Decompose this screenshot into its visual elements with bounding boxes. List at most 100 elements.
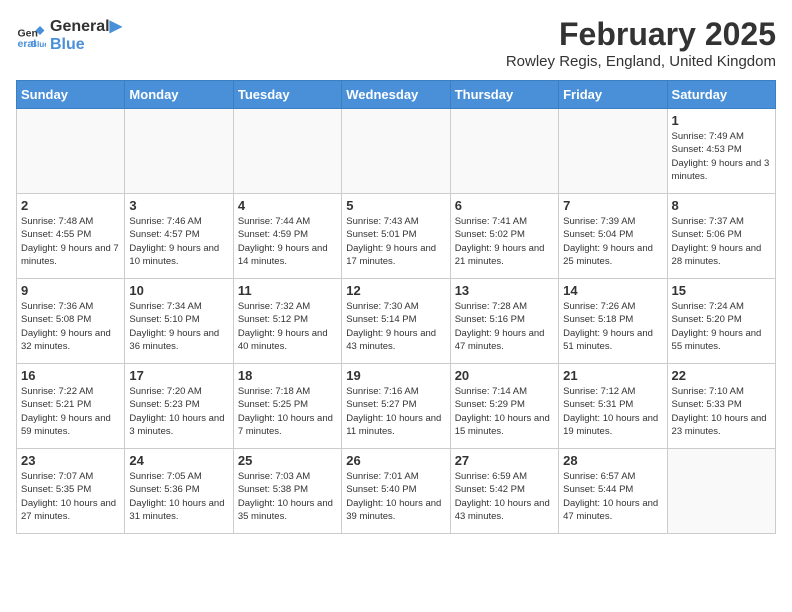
- logo-icon: Gen eral Blue: [16, 20, 46, 50]
- header-saturday: Saturday: [667, 81, 775, 109]
- title-block: February 2025 Rowley Regis, England, Uni…: [506, 16, 776, 70]
- day-info: Sunrise: 7:34 AM Sunset: 5:10 PM Dayligh…: [129, 300, 228, 353]
- calendar-cell: 24 Sunrise: 7:05 AM Sunset: 5:36 PM Dayli…: [125, 449, 233, 534]
- calendar-cell: 5 Sunrise: 7:43 AM Sunset: 5:01 PM Daylig…: [342, 194, 450, 279]
- day-info: Sunrise: 7:14 AM Sunset: 5:29 PM Dayligh…: [455, 385, 554, 438]
- day-info: Sunrise: 7:44 AM Sunset: 4:59 PM Dayligh…: [238, 215, 337, 268]
- header-sunday: Sunday: [17, 81, 125, 109]
- calendar-header-row: SundayMondayTuesdayWednesdayThursdayFrid…: [17, 81, 776, 109]
- calendar-cell: [450, 109, 558, 194]
- header-tuesday: Tuesday: [233, 81, 341, 109]
- day-info: Sunrise: 7:22 AM Sunset: 5:21 PM Dayligh…: [21, 385, 120, 438]
- day-info: Sunrise: 7:01 AM Sunset: 5:40 PM Dayligh…: [346, 470, 445, 523]
- page-header: Gen eral Blue General▶ Blue February 202…: [16, 16, 776, 70]
- day-number: 6: [455, 198, 554, 213]
- day-number: 8: [672, 198, 771, 213]
- day-number: 26: [346, 453, 445, 468]
- calendar-cell: 21Sunrise: 7:12 AM Sunset: 5:31 PM Dayli…: [559, 364, 667, 449]
- day-number: 4: [238, 198, 337, 213]
- calendar-cell: 27Sunrise: 6:59 AM Sunset: 5:42 PM Dayli…: [450, 449, 558, 534]
- day-number: 27: [455, 453, 554, 468]
- week-row-4: 23 Sunrise: 7:07 AM Sunset: 5:35 PM Dayli…: [17, 449, 776, 534]
- month-title: February 2025: [506, 16, 776, 53]
- day-info: Sunrise: 7:39 AM Sunset: 5:04 PM Dayligh…: [563, 215, 662, 268]
- day-info: Sunrise: 7:28 AM Sunset: 5:16 PM Dayligh…: [455, 300, 554, 353]
- day-info: Sunrise: 7:30 AM Sunset: 5:14 PM Dayligh…: [346, 300, 445, 353]
- calendar-cell: 6Sunrise: 7:41 AM Sunset: 5:02 PM Daylig…: [450, 194, 558, 279]
- calendar-cell: 17Sunrise: 7:20 AM Sunset: 5:23 PM Dayli…: [125, 364, 233, 449]
- calendar-cell: 28Sunrise: 6:57 AM Sunset: 5:44 PM Dayli…: [559, 449, 667, 534]
- header-thursday: Thursday: [450, 81, 558, 109]
- day-info: Sunrise: 7:07 AM Sunset: 5:35 PM Dayligh…: [21, 470, 120, 523]
- svg-text:Blue: Blue: [31, 40, 46, 49]
- day-info: Sunrise: 7:24 AM Sunset: 5:20 PM Dayligh…: [672, 300, 771, 353]
- day-info: Sunrise: 7:49 AM Sunset: 4:53 PM Dayligh…: [672, 130, 771, 183]
- calendar-cell: 3Sunrise: 7:46 AM Sunset: 4:57 PM Daylig…: [125, 194, 233, 279]
- day-number: 25: [238, 453, 337, 468]
- calendar-cell: 19 Sunrise: 7:16 AM Sunset: 5:27 PM Dayli…: [342, 364, 450, 449]
- day-info: Sunrise: 7:20 AM Sunset: 5:23 PM Dayligh…: [129, 385, 228, 438]
- day-info: Sunrise: 7:48 AM Sunset: 4:55 PM Dayligh…: [21, 215, 120, 268]
- logo-blue: Blue: [50, 36, 122, 54]
- week-row-3: 16 Sunrise: 7:22 AM Sunset: 5:21 PM Dayli…: [17, 364, 776, 449]
- day-number: 22: [672, 368, 771, 383]
- calendar-cell: [667, 449, 775, 534]
- day-number: 5: [346, 198, 445, 213]
- header-friday: Friday: [559, 81, 667, 109]
- calendar-cell: 25 Sunrise: 7:03 AM Sunset: 5:38 PM Dayli…: [233, 449, 341, 534]
- day-number: 2: [21, 198, 120, 213]
- calendar-cell: 15 Sunrise: 7:24 AM Sunset: 5:20 PM Dayli…: [667, 279, 775, 364]
- calendar-cell: 18 Sunrise: 7:18 AM Sunset: 5:25 PM Dayli…: [233, 364, 341, 449]
- logo: Gen eral Blue General▶ Blue: [16, 16, 122, 54]
- calendar-cell: 22Sunrise: 7:10 AM Sunset: 5:33 PM Dayli…: [667, 364, 775, 449]
- day-info: Sunrise: 7:18 AM Sunset: 5:25 PM Dayligh…: [238, 385, 337, 438]
- day-info: Sunrise: 7:37 AM Sunset: 5:06 PM Dayligh…: [672, 215, 771, 268]
- day-info: Sunrise: 7:12 AM Sunset: 5:31 PM Dayligh…: [563, 385, 662, 438]
- day-number: 3: [129, 198, 228, 213]
- calendar-cell: 7 Sunrise: 7:39 AM Sunset: 5:04 PM Daylig…: [559, 194, 667, 279]
- logo-general: General▶: [50, 16, 122, 36]
- day-number: 7: [563, 198, 662, 213]
- day-number: 9: [21, 283, 120, 298]
- day-info: Sunrise: 7:16 AM Sunset: 5:27 PM Dayligh…: [346, 385, 445, 438]
- calendar-cell: [125, 109, 233, 194]
- calendar-cell: 9 Sunrise: 7:36 AM Sunset: 5:08 PM Daylig…: [17, 279, 125, 364]
- day-number: 28: [563, 453, 662, 468]
- calendar-cell: [559, 109, 667, 194]
- day-number: 11: [238, 283, 337, 298]
- location: Rowley Regis, England, United Kingdom: [506, 53, 776, 70]
- calendar: SundayMondayTuesdayWednesdayThursdayFrid…: [16, 80, 776, 534]
- calendar-cell: 8 Sunrise: 7:37 AM Sunset: 5:06 PM Daylig…: [667, 194, 775, 279]
- calendar-cell: 4 Sunrise: 7:44 AM Sunset: 4:59 PM Daylig…: [233, 194, 341, 279]
- week-row-0: 1 Sunrise: 7:49 AM Sunset: 4:53 PM Daylig…: [17, 109, 776, 194]
- calendar-cell: 2 Sunrise: 7:48 AM Sunset: 4:55 PM Daylig…: [17, 194, 125, 279]
- calendar-cell: [233, 109, 341, 194]
- calendar-cell: [17, 109, 125, 194]
- header-wednesday: Wednesday: [342, 81, 450, 109]
- day-number: 24: [129, 453, 228, 468]
- day-number: 18: [238, 368, 337, 383]
- day-number: 16: [21, 368, 120, 383]
- calendar-cell: 13 Sunrise: 7:28 AM Sunset: 5:16 PM Dayli…: [450, 279, 558, 364]
- day-info: Sunrise: 7:36 AM Sunset: 5:08 PM Dayligh…: [21, 300, 120, 353]
- header-monday: Monday: [125, 81, 233, 109]
- day-info: Sunrise: 7:26 AM Sunset: 5:18 PM Dayligh…: [563, 300, 662, 353]
- calendar-cell: 11 Sunrise: 7:32 AM Sunset: 5:12 PM Dayli…: [233, 279, 341, 364]
- calendar-cell: 12 Sunrise: 7:30 AM Sunset: 5:14 PM Dayli…: [342, 279, 450, 364]
- day-number: 1: [672, 113, 771, 128]
- day-info: Sunrise: 7:32 AM Sunset: 5:12 PM Dayligh…: [238, 300, 337, 353]
- calendar-cell: 20 Sunrise: 7:14 AM Sunset: 5:29 PM Dayli…: [450, 364, 558, 449]
- day-info: Sunrise: 7:03 AM Sunset: 5:38 PM Dayligh…: [238, 470, 337, 523]
- calendar-cell: 23 Sunrise: 7:07 AM Sunset: 5:35 PM Dayli…: [17, 449, 125, 534]
- day-number: 14: [563, 283, 662, 298]
- day-number: 13: [455, 283, 554, 298]
- day-info: Sunrise: 7:43 AM Sunset: 5:01 PM Dayligh…: [346, 215, 445, 268]
- day-info: Sunrise: 7:05 AM Sunset: 5:36 PM Dayligh…: [129, 470, 228, 523]
- day-number: 19: [346, 368, 445, 383]
- day-number: 15: [672, 283, 771, 298]
- day-number: 20: [455, 368, 554, 383]
- calendar-cell: 1 Sunrise: 7:49 AM Sunset: 4:53 PM Daylig…: [667, 109, 775, 194]
- day-number: 23: [21, 453, 120, 468]
- week-row-2: 9 Sunrise: 7:36 AM Sunset: 5:08 PM Daylig…: [17, 279, 776, 364]
- day-number: 12: [346, 283, 445, 298]
